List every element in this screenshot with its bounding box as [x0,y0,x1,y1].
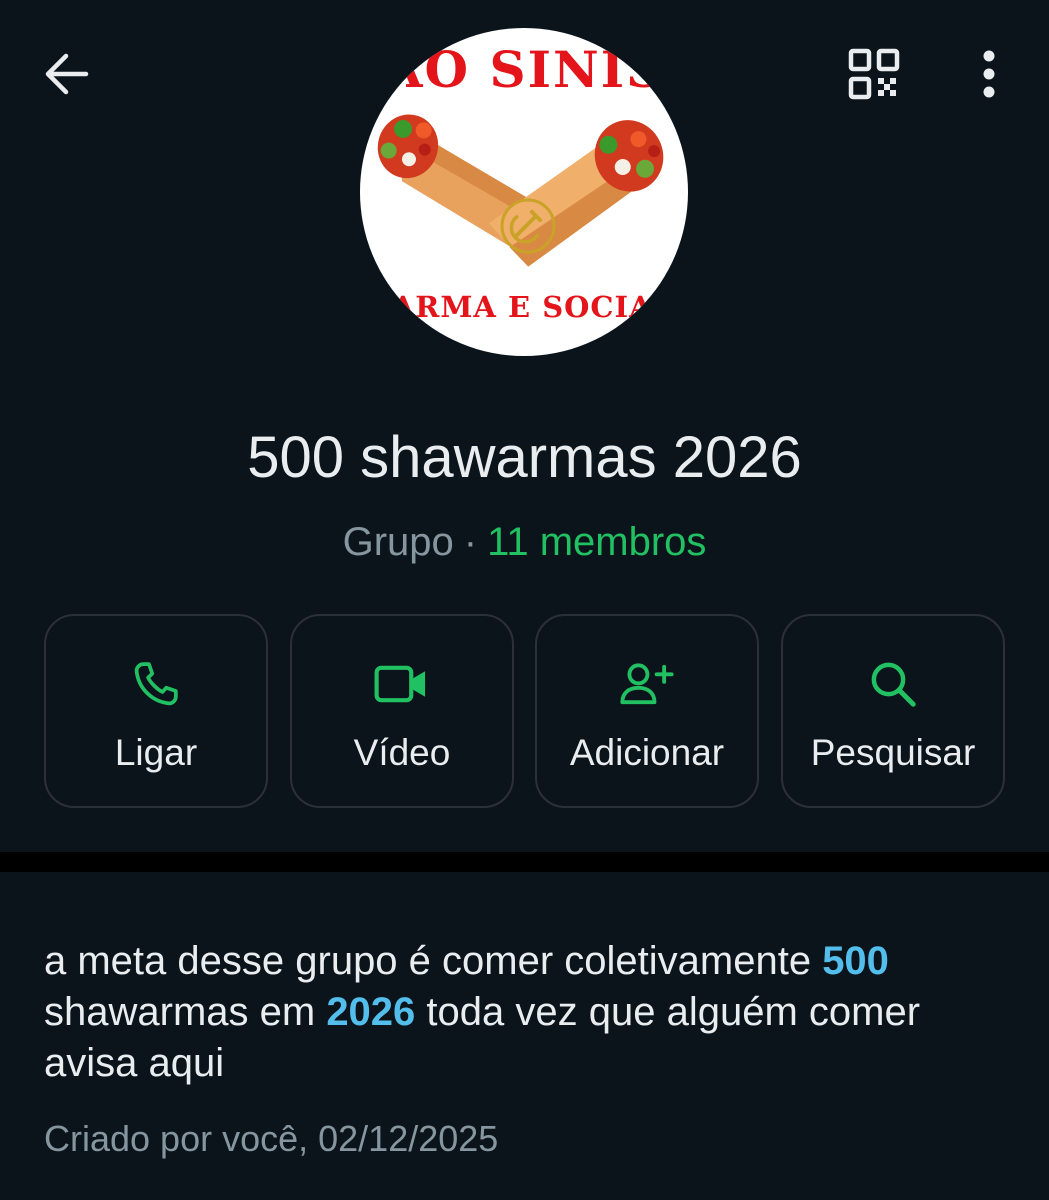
group-type-label: Grupo [342,520,454,564]
shawarma-wraps-image [377,114,664,267]
group-avatar[interactable]: AO SINIS WARMA E SOCIALI [360,28,688,356]
more-vertical-icon [983,50,995,98]
phone-icon [126,654,186,714]
avatar-top-text: AO SINIS [383,40,665,99]
back-button[interactable] [36,46,96,102]
search-button[interactable]: Pesquisar [781,614,1005,808]
more-options-button[interactable] [962,42,1016,106]
call-label: Ligar [114,732,198,773]
description-highlight: 2026 [326,990,416,1034]
video-camera-icon [372,654,432,714]
created-info: Criado por você, 02/12/2025 [44,1118,499,1159]
call-button[interactable]: Ligar [44,614,268,808]
members-count-link[interactable]: 11 membros [487,520,706,564]
video-label: Vídeo [353,732,451,773]
back-arrow-icon [45,53,89,95]
description-highlight: 500 [822,939,889,983]
add-label: Adicionar [569,732,725,773]
add-person-icon [617,654,677,714]
group-info-header: AO SINIS WARMA E SOCIALI 500 shawarmas 2… [0,0,1049,852]
qr-code-icon [848,48,900,100]
qr-code-button[interactable] [842,42,906,106]
search-icon [863,654,923,714]
group-name: 500 shawarmas 2026 [247,425,802,490]
description-text: a meta desse grupo é comer coletivamente [44,939,823,983]
group-subtitle: Grupo · 11 membros [0,520,1049,565]
add-member-button[interactable]: Adicionar [535,614,759,808]
subtitle-separator: · [463,520,478,564]
search-label: Pesquisar [810,732,976,773]
video-call-button[interactable]: Vídeo [290,614,514,808]
group-description[interactable]: a meta desse grupo é comer coletivamente… [44,936,1014,1089]
avatar-bottom-text: WARMA E SOCIALI [360,290,688,324]
description-text: shawarmas em [44,990,327,1034]
section-divider [0,852,1049,872]
